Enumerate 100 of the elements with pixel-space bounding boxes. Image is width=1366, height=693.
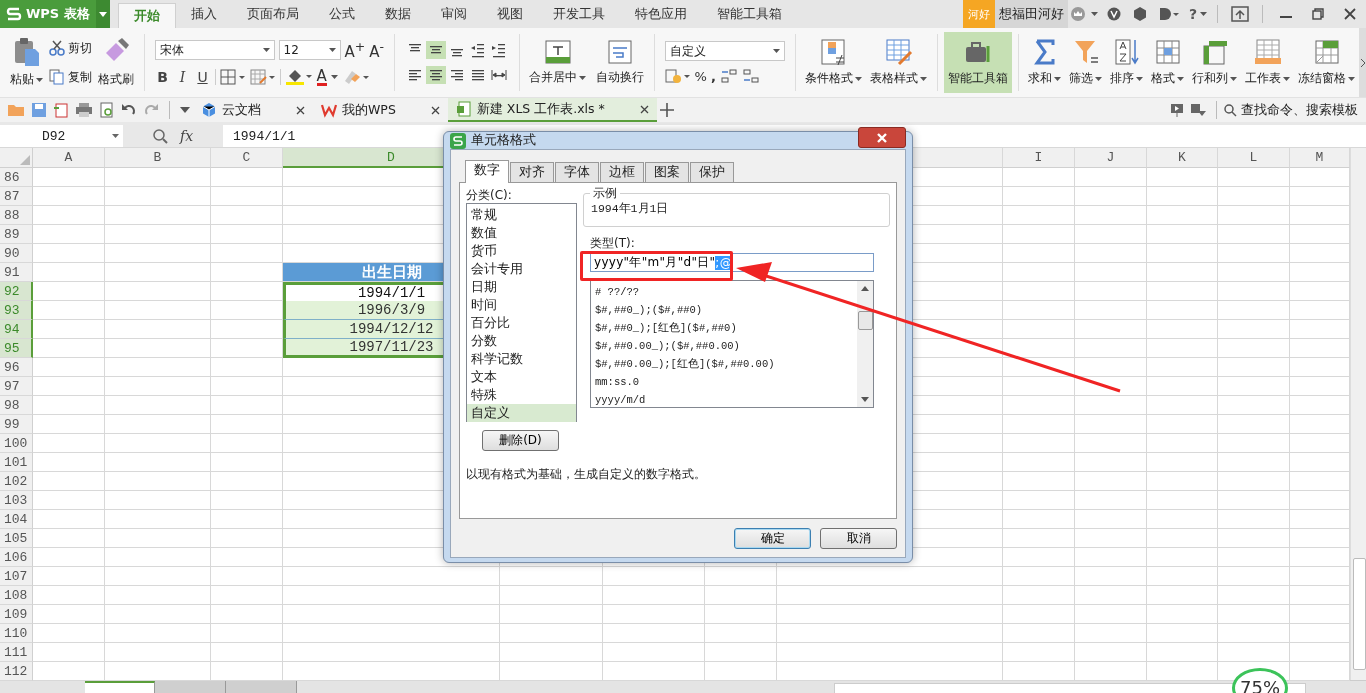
grow-font-button[interactable]: A$^{+}$ <box>344 39 366 61</box>
percent-button[interactable]: % <box>694 68 707 84</box>
cell-fill-grid-icon[interactable] <box>249 69 276 85</box>
format-item[interactable]: # ??/?? <box>595 283 857 301</box>
restore-view-icon[interactable] <box>1231 6 1249 22</box>
column-header[interactable]: L <box>1218 148 1290 168</box>
copy-button[interactable]: 复制 <box>49 68 92 86</box>
print-preview-icon[interactable] <box>99 102 115 118</box>
category-item[interactable]: 常规 <box>467 206 576 224</box>
ribbon-tool-button[interactable]: 工作表 <box>1241 28 1295 97</box>
document-tab[interactable]: 云文档 <box>193 98 313 122</box>
ribbon-tool-button[interactable]: 排序 <box>1106 28 1148 97</box>
row-header[interactable]: 107 <box>0 567 33 586</box>
row-header[interactable]: 98 <box>0 396 33 415</box>
currency-icon[interactable] <box>664 68 691 84</box>
menu-tab[interactable]: 页面布局 <box>232 0 314 28</box>
close-icon[interactable] <box>296 105 305 115</box>
dialog-tab[interactable]: 边框 <box>600 162 644 182</box>
help-button[interactable]: ? <box>1188 6 1197 22</box>
ribbon-tool-button[interactable]: 筛选 <box>1065 28 1107 97</box>
presentation-icon[interactable] <box>1170 103 1184 117</box>
category-item[interactable]: 货币 <box>467 242 576 260</box>
print-icon[interactable] <box>75 102 93 118</box>
caret-icon[interactable] <box>330 75 338 79</box>
close-icon[interactable] <box>430 105 440 115</box>
user-name[interactable]: 想福田河好 <box>994 0 1068 28</box>
paste-button[interactable]: 粘贴 <box>6 28 47 97</box>
row-header[interactable]: 106 <box>0 548 33 567</box>
cancel-button[interactable]: 取消 <box>820 528 897 549</box>
row-header[interactable]: 87 <box>0 187 33 206</box>
format-painter-button[interactable]: 格式刷 <box>94 28 138 97</box>
column-header[interactable]: K <box>1147 148 1218 168</box>
merge-center-button[interactable]: 合并居中 <box>525 28 591 97</box>
ribbon-tool-button[interactable]: 冻结窗格 <box>1294 28 1360 97</box>
add-tab-icon[interactable] <box>659 103 674 117</box>
bold-button[interactable]: B <box>154 69 171 85</box>
caret-icon[interactable] <box>1090 12 1098 16</box>
sheet-tab[interactable] <box>85 681 155 693</box>
format-item[interactable]: yyyy/m/d <box>595 391 857 409</box>
close-icon[interactable] <box>639 104 649 114</box>
row-header[interactable]: 91 <box>0 263 33 282</box>
cut-button[interactable]: 剪切 <box>49 39 92 57</box>
scroll-up-icon[interactable] <box>861 286 869 291</box>
column-header[interactable]: J <box>1075 148 1147 168</box>
row-header[interactable]: 110 <box>0 624 33 643</box>
category-item[interactable]: 自定义 <box>467 404 576 422</box>
number-format-combo[interactable]: 自定义 <box>664 41 785 61</box>
row-header[interactable]: 97 <box>0 377 33 396</box>
row-header[interactable]: 105 <box>0 529 33 548</box>
row-header[interactable]: 100 <box>0 434 33 453</box>
horizontal-scrollbar[interactable] <box>834 683 1306 693</box>
command-search[interactable]: 查找命令、搜索模板 <box>1224 101 1366 119</box>
row-header[interactable]: 104 <box>0 510 33 529</box>
menu-tab[interactable]: 开发工具 <box>538 0 620 28</box>
row-header[interactable]: 112 <box>0 662 33 681</box>
menu-tab[interactable]: 智能工具箱 <box>702 0 797 28</box>
category-item[interactable]: 数值 <box>467 224 576 242</box>
format-item[interactable]: $#,##0_);($#,##0) <box>595 301 857 319</box>
shrink-font-button[interactable]: A$^{-}$ <box>369 39 385 61</box>
cube-icon[interactable] <box>1132 7 1147 21</box>
ribbon-tool-button[interactable]: 行和列 <box>1188 28 1242 97</box>
align-icon[interactable] <box>425 41 446 59</box>
column-header[interactable]: I <box>1003 148 1075 168</box>
row-header[interactable]: 89 <box>0 225 33 244</box>
wrap-text-button[interactable]: 自动换行 <box>592 28 649 97</box>
skin-icon[interactable] <box>1106 7 1121 21</box>
comma-style-button[interactable]: , <box>710 68 716 84</box>
scrollbar-thumb[interactable] <box>857 311 873 330</box>
column-header[interactable]: C <box>211 148 283 168</box>
vertical-scrollbar[interactable] <box>1350 148 1366 680</box>
export-pdf-icon[interactable] <box>53 102 69 118</box>
ribbon-tool-button[interactable]: 智能工具箱 <box>943 32 1012 93</box>
underline-button[interactable]: U <box>194 69 211 85</box>
ok-button[interactable]: 确定 <box>734 528 811 549</box>
ribbon-tool-button[interactable]: 格式 <box>1147 28 1189 97</box>
formula-value[interactable]: 1994/1/1 <box>233 128 296 144</box>
font-color-button[interactable]: A <box>316 68 327 86</box>
row-header[interactable]: 99 <box>0 415 33 434</box>
ribbon-tool-button[interactable]: 求和 <box>1024 28 1066 97</box>
format-item[interactable]: $#,##0_);[红色]($#,##0) <box>595 319 857 337</box>
row-header[interactable]: 88 <box>0 206 33 225</box>
category-item[interactable]: 文本 <box>467 368 576 386</box>
dialog-tab[interactable]: 图案 <box>645 162 689 182</box>
increase-decimal-icon[interactable] <box>719 68 738 84</box>
name-box[interactable]: D92 <box>0 125 123 147</box>
maximize-icon[interactable] <box>1312 8 1324 20</box>
column-header[interactable]: B <box>105 148 211 168</box>
ribbon-tool-button[interactable]: 条件格式 <box>801 28 867 97</box>
row-header[interactable]: 102 <box>0 472 33 491</box>
share-icon[interactable] <box>1158 7 1179 21</box>
format-item[interactable]: $#,##0.00_);[红色]($#,##0.00) <box>595 355 857 373</box>
borders-icon[interactable] <box>219 69 246 85</box>
document-tab[interactable]: 我的WPS <box>313 98 448 122</box>
close-button[interactable] <box>858 127 906 148</box>
caret-icon[interactable] <box>1200 12 1207 16</box>
font-size-combo[interactable]: 12 <box>278 40 341 60</box>
decrease-decimal-icon[interactable] <box>741 68 760 84</box>
dialog-tab[interactable]: 数字 <box>465 160 509 183</box>
ribbon-tool-button[interactable]: 表格样式 <box>866 28 932 97</box>
format-item[interactable]: $#,##0.00_);($#,##0.00) <box>595 337 857 355</box>
